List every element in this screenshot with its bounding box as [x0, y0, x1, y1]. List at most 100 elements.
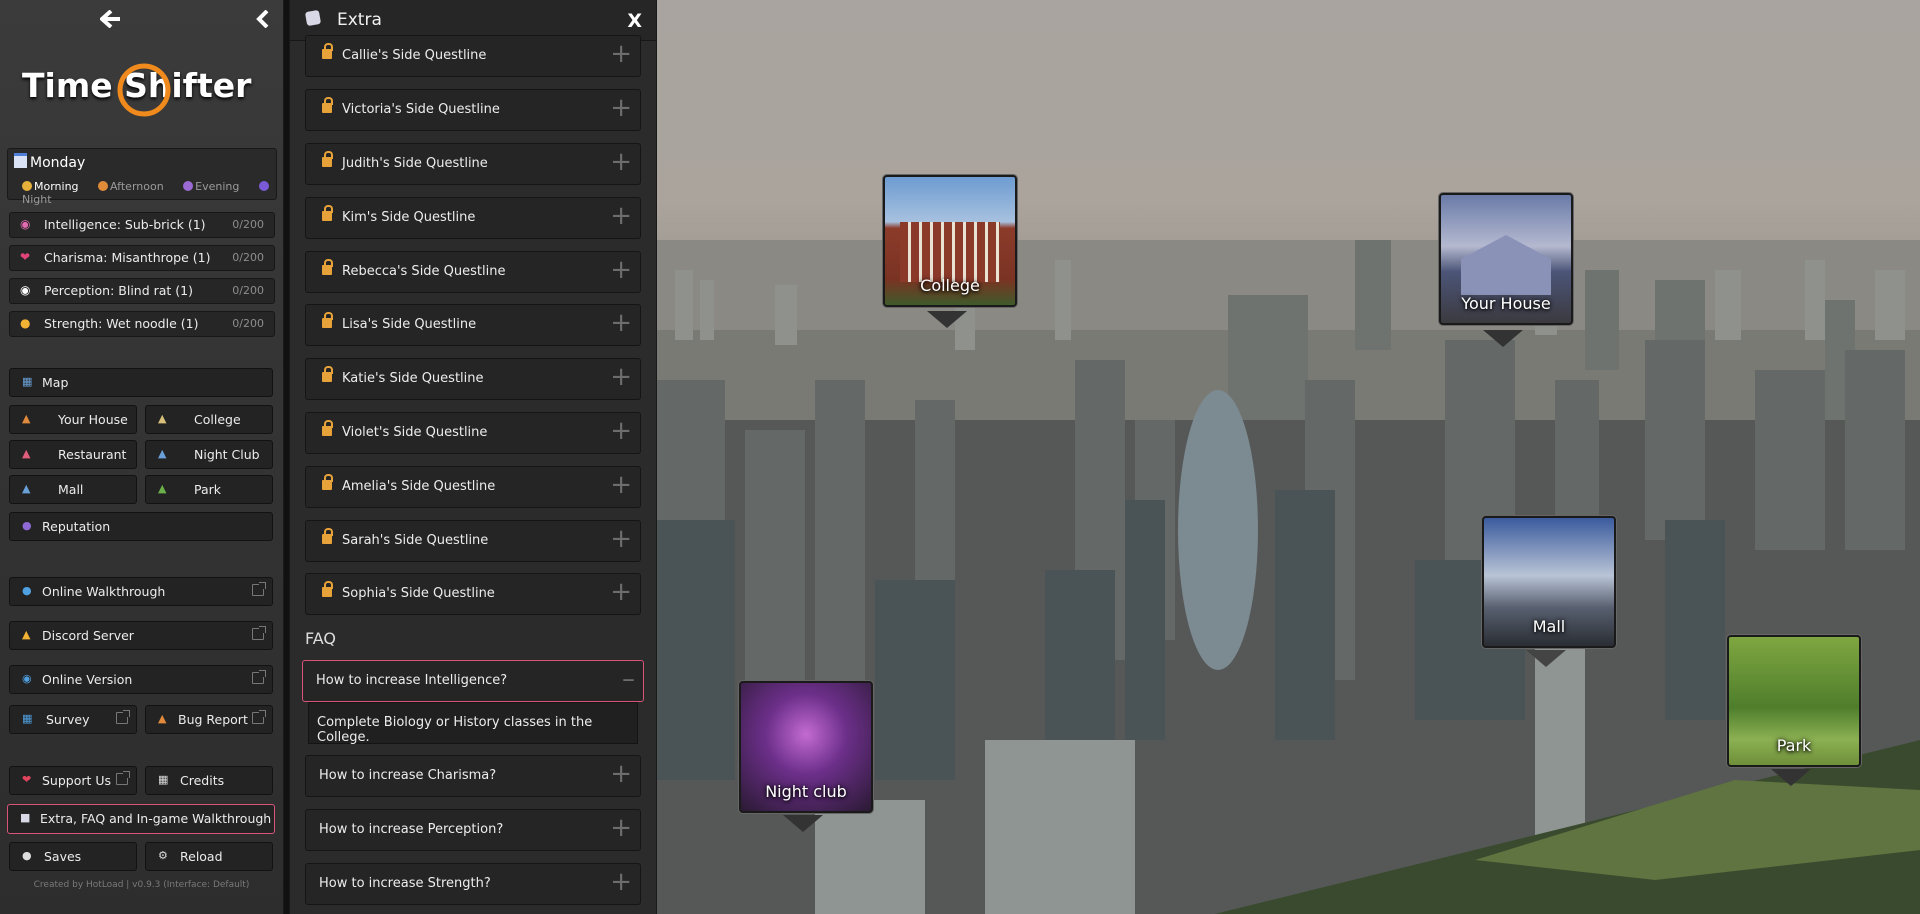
map-icon: ▦ [22, 375, 33, 388]
unlock-icon [322, 312, 333, 328]
online-walkthrough-button[interactable]: ● Online Walkthrough [9, 577, 273, 606]
expand-plus-icon[interactable]: + [610, 94, 632, 122]
questline-item[interactable]: Lisa's Side Questline + [305, 304, 641, 346]
expand-plus-icon[interactable]: + [610, 525, 632, 553]
extra-faq-button[interactable]: ■ Extra, FAQ and In-game Walkthrough [7, 804, 275, 834]
car-college-icon: ▲ [158, 412, 167, 425]
brain-icon: ◉ [20, 217, 31, 231]
questline-item[interactable]: Kim's Side Questline + [305, 197, 641, 239]
expand-plus-icon[interactable]: + [610, 363, 632, 391]
support-us-button[interactable]: ❤ Support Us [9, 766, 137, 795]
expand-plus-icon[interactable]: + [610, 309, 632, 337]
map-pin-your-house[interactable]: Your House [1439, 193, 1573, 325]
calendar-icon [14, 153, 27, 168]
map-button[interactable]: ▦ Map [9, 368, 273, 397]
survey-icon: ▦ [22, 712, 33, 725]
location-mall[interactable]: ▲ Mall [9, 475, 137, 504]
expand-plus-icon[interactable]: + [610, 148, 632, 176]
questline-item[interactable]: Callie's Side Questline + [305, 35, 641, 77]
credits-button[interactable]: ▦ Credits [145, 766, 273, 795]
map-pin-pointer [1771, 769, 1811, 786]
unlock-icon [322, 366, 333, 382]
map-pin-label: Night club [765, 782, 847, 801]
faq-heading: FAQ [305, 629, 336, 648]
expand-plus-icon[interactable]: + [610, 256, 632, 284]
time-evening: Evening [183, 180, 247, 193]
location-park[interactable]: ▲ Park [145, 475, 273, 504]
stat-strength[interactable]: ● Strength: Wet noodle (1) 0/200 [9, 311, 275, 337]
map-pin-pointer [783, 815, 823, 832]
afternoon-icon [98, 181, 109, 191]
questline-item[interactable]: Judith's Side Questline + [305, 143, 641, 185]
external-link-icon [252, 670, 266, 684]
expand-plus-icon[interactable]: + [610, 760, 632, 788]
extra-panel: Extra X Callie's Side Questline + Victori… [289, 0, 657, 914]
faq-item[interactable]: How to increase Perception? + [305, 809, 641, 851]
unlock-icon [322, 97, 333, 113]
muscle-icon: ● [20, 316, 31, 330]
questline-item[interactable]: Sarah's Side Questline + [305, 520, 641, 562]
unlock-icon [322, 205, 333, 221]
dice-icon [304, 9, 322, 27]
map-pin-park[interactable]: Park [1727, 635, 1861, 767]
close-button[interactable]: X [627, 10, 642, 32]
time-morning: Morning [22, 180, 87, 193]
expand-plus-icon[interactable]: + [610, 40, 632, 68]
stat-intelligence[interactable]: ◉ Intelligence: Sub-brick (1) 0/200 [9, 212, 275, 238]
expand-plus-icon[interactable]: + [610, 202, 632, 230]
bug-report-button[interactable]: ▲ Bug Report [145, 705, 273, 734]
car-nightclub-icon: ▲ [158, 447, 167, 460]
time-of-day-list: Morning Afternoon Evening Night [22, 180, 276, 206]
version-footer: Created by HotLoad | v0.9.3 (Interface: … [33, 880, 250, 890]
questline-item[interactable]: Violet's Side Questline + [305, 412, 641, 454]
unlock-icon [322, 528, 333, 544]
map-pin-college[interactable]: College [883, 175, 1017, 307]
back-arrow-icon[interactable] [100, 10, 122, 28]
dice-icon: ■ [20, 811, 31, 824]
map-pin-label: Your House [1461, 294, 1551, 313]
sidebar: Time Shifter Monday Morning Afternoon Ev… [0, 0, 284, 914]
faq-item[interactable]: How to increase Intelligence? – [302, 660, 644, 702]
document-icon: ▦ [158, 773, 169, 786]
unlock-icon [322, 151, 333, 167]
questline-item[interactable]: Rebecca's Side Questline + [305, 251, 641, 293]
gear-icon: ⚙ [158, 849, 168, 862]
questline-item[interactable]: Sophia's Side Questline + [305, 573, 641, 615]
faq-item[interactable]: How to increase Strength? + [305, 863, 641, 905]
map-pin-mall[interactable]: Mall [1482, 516, 1616, 648]
survey-button[interactable]: ▦ Survey [9, 705, 137, 734]
bell-icon: ▲ [22, 628, 31, 641]
day-name: Monday [30, 155, 86, 171]
expand-plus-icon[interactable]: + [610, 471, 632, 499]
time-shifter-logo: Time Shifter [22, 63, 262, 122]
location-restaurant[interactable]: ▲ Restaurant [9, 440, 137, 469]
discord-button[interactable]: ▲ Discord Server [9, 621, 273, 650]
house-image [1461, 235, 1551, 295]
questline-item[interactable]: Katie's Side Questline + [305, 358, 641, 400]
reputation-button[interactable]: ● Reputation [9, 512, 273, 541]
stat-perception[interactable]: ◉ Perception: Blind rat (1) 0/200 [9, 278, 275, 304]
stat-charisma[interactable]: ❤ Charisma: Misanthrope (1) 0/200 [9, 245, 275, 271]
unlock-icon [322, 259, 333, 275]
location-college[interactable]: ▲ College [145, 405, 273, 434]
expand-plus-icon[interactable]: + [610, 417, 632, 445]
collapse-chevron-icon[interactable] [256, 10, 270, 28]
time-afternoon: Afternoon [98, 180, 172, 193]
location-night-club[interactable]: ▲ Night Club [145, 440, 273, 469]
map-pin-label: College [920, 276, 980, 295]
online-version-button[interactable]: ◉ Online Version [9, 665, 273, 694]
expand-plus-icon[interactable]: + [610, 578, 632, 606]
expand-plus-icon[interactable]: + [610, 868, 632, 896]
map-pin-night-club[interactable]: Night club [739, 681, 873, 813]
expand-plus-icon[interactable]: + [610, 814, 632, 842]
saves-button[interactable]: ● Saves [9, 842, 137, 871]
questline-item[interactable]: Victoria's Side Questline + [305, 89, 641, 131]
location-your-house[interactable]: ▲ Your House [9, 405, 137, 434]
questline-item[interactable]: Amelia's Side Questline + [305, 466, 641, 508]
car-park-icon: ▲ [158, 482, 167, 495]
collapse-minus-icon[interactable]: – [622, 665, 635, 693]
reload-button[interactable]: ⚙ Reload [145, 842, 273, 871]
faq-item[interactable]: How to increase Charisma? + [305, 755, 641, 797]
map-pin-label: Mall [1532, 617, 1566, 636]
night-icon [258, 181, 269, 191]
